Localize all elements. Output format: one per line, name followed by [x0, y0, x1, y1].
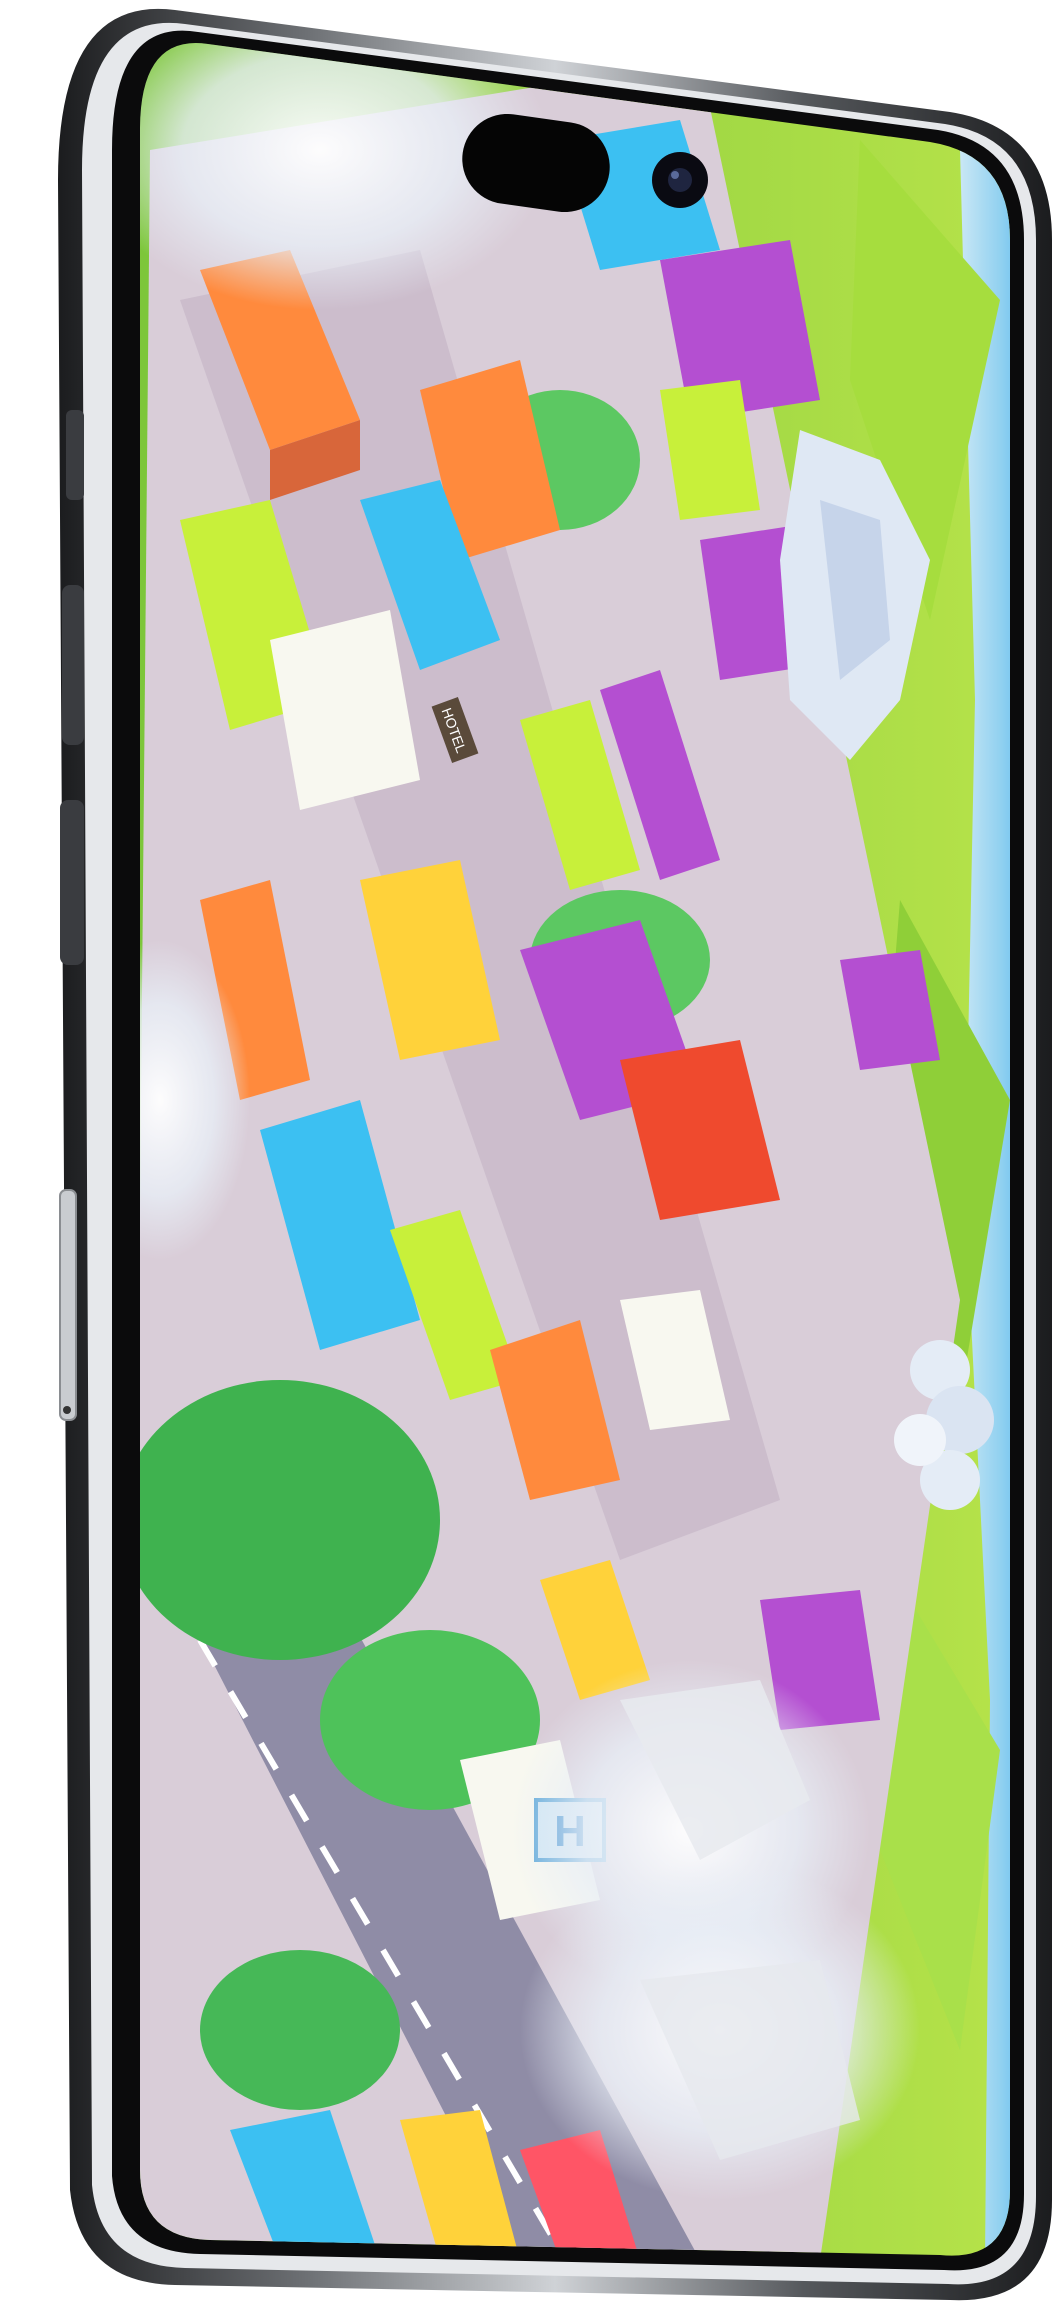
action-button [66, 410, 84, 500]
volume-up-button [62, 585, 84, 745]
sim-pin-hole [63, 1406, 71, 1414]
wallpaper-city: HOTEL H [140, 43, 1010, 2256]
phone-mockup: HOTEL H [0, 0, 1064, 2320]
volume-down-button [60, 800, 84, 965]
sim-tray [59, 1189, 77, 1421]
